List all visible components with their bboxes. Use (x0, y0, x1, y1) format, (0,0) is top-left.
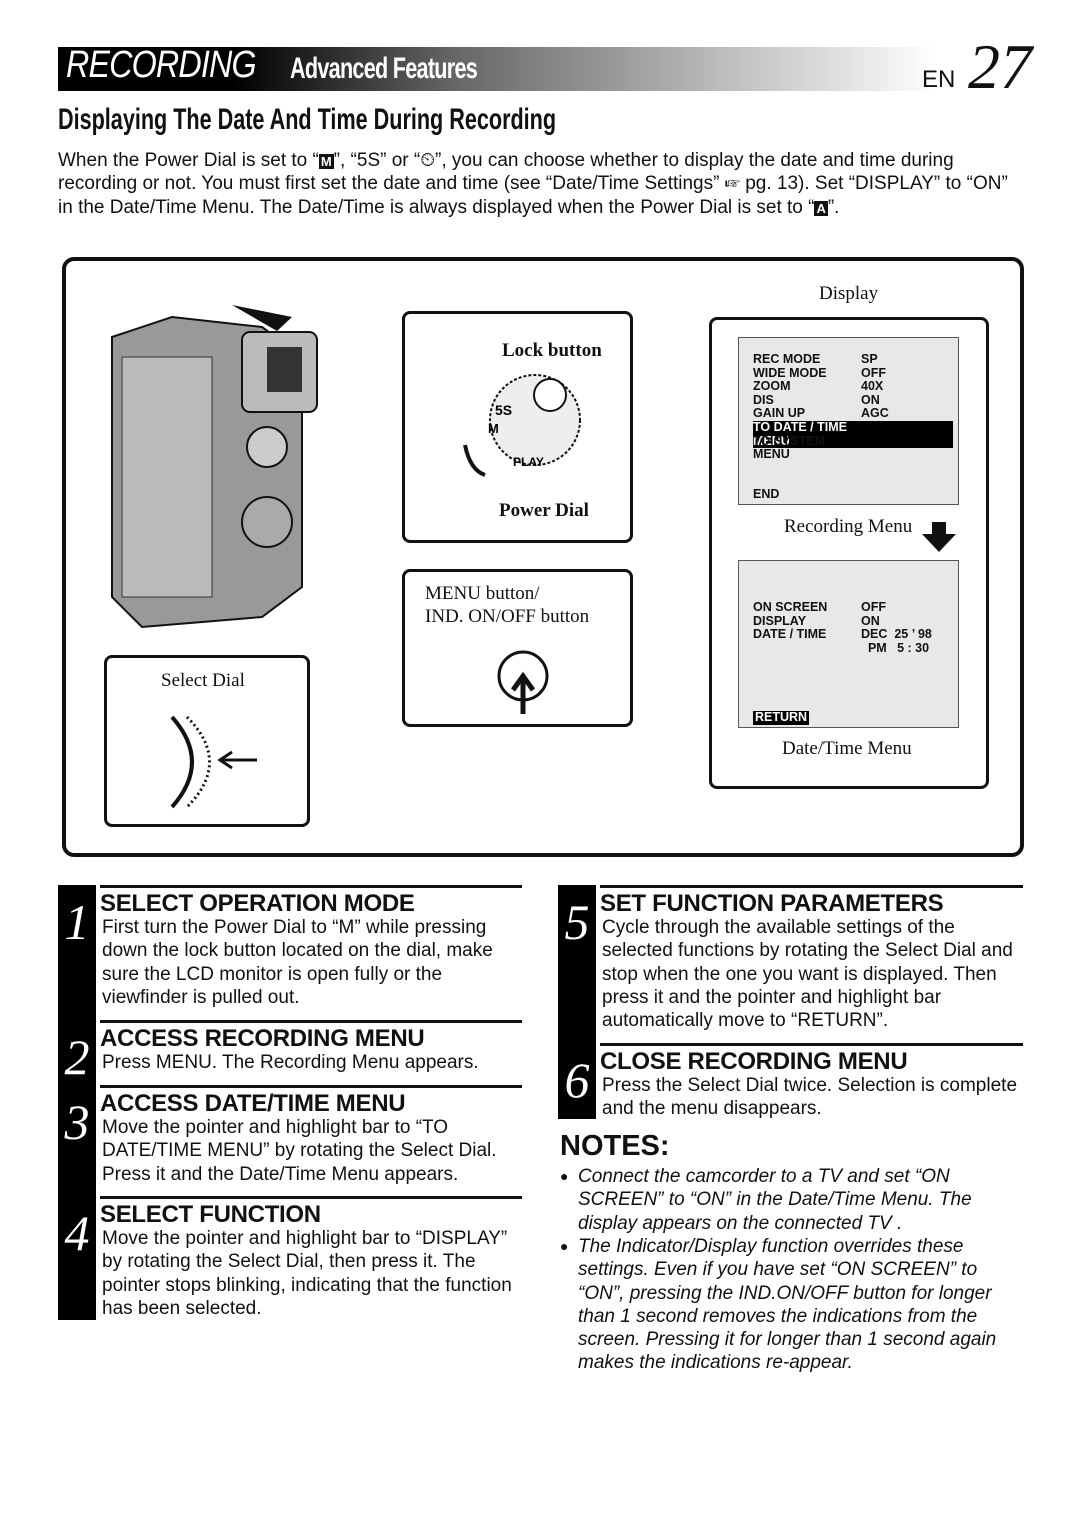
menu-item-label: ON SCREEN (753, 600, 828, 614)
note-item: Connect the camcorder to a TV and set “O… (560, 1165, 1020, 1235)
menu-item-value: 40X (861, 379, 884, 394)
menu-row: ZOOM 40X (753, 380, 883, 394)
menu-row: TO SYSTEM MENU (753, 433, 861, 462)
menu-row: GAIN UP AGC (753, 407, 889, 421)
diagram-frame: Lock button 5S M PLAY Power Dial MENU bu… (62, 257, 1024, 857)
menu-button-callout: MENU button/ IND. ON/OFF button (402, 569, 633, 727)
lock-button-label: Lock button (502, 340, 602, 361)
menu-item-label (753, 642, 861, 656)
menu-row: REC MODE SP (753, 352, 878, 367)
recording-menu-label: Recording Menu (784, 516, 913, 537)
menu-item-label: GAIN UP (753, 406, 806, 421)
dial-label: PLAY (513, 455, 544, 469)
menu-button-label: MENU button/ (425, 583, 540, 604)
menu-item-value: AGC (861, 406, 889, 421)
step-text: Cycle through the available settings of … (602, 917, 1013, 1032)
return-item: RETURN (753, 710, 810, 725)
step-title: ACCESS RECORDING MENU (100, 1020, 522, 1053)
step-title: CLOSE RECORDING MENU (600, 1043, 1023, 1076)
menu-item-value: ON (861, 392, 880, 407)
select-dial-label: Select Dial (161, 670, 245, 691)
step-title: ACCESS DATE/TIME MENU (100, 1085, 522, 1118)
header-subtitle: Advanced Features (290, 52, 478, 85)
intro-text: When the Power Dial is set to “ (58, 150, 319, 171)
menu-row: ON SCREEN OFF (753, 600, 886, 615)
menu-row: WIDE MODE OFF (753, 365, 886, 381)
page-number: 27 (968, 31, 1032, 102)
step-text: First turn the Power Dial to “M” while p… (102, 917, 493, 1008)
menu-row: DATE / TIME DEC 25 ’ 98 (753, 628, 932, 642)
menu-item-value: OFF (861, 365, 886, 380)
power-dial-icon: 5S M PLAY (463, 374, 581, 477)
menu-item-value: OFF (861, 600, 886, 614)
menu-item-label: DISPLAY (753, 613, 807, 628)
menu-item-value: SP (861, 352, 878, 366)
power-dial-label: Power Dial (499, 500, 589, 521)
ind-button-label: IND. ON/OFF button (425, 606, 590, 627)
menu-item-value: ON (861, 613, 880, 628)
display-label: Display (819, 283, 879, 304)
button-press-icon (497, 650, 549, 714)
step-number: 5 (564, 894, 590, 950)
power-dial-callout: Lock button 5S M PLAY Power Dial (402, 311, 633, 543)
select-dial-callout: Select Dial (104, 655, 310, 827)
manual-mode-icon: M (318, 154, 334, 169)
menu-row: DISPLAY ON (753, 613, 880, 629)
menu-item-value: PM 5 : 30 (861, 640, 930, 655)
step-title: SET FUNCTION PARAMETERS (600, 885, 1023, 918)
menu-item-value: DEC 25 ’ 98 (861, 627, 932, 642)
intro-text: ”. (827, 196, 840, 218)
menu-item-label: ZOOM (753, 379, 791, 394)
recording-menu-screen: REC MODE SP WIDE MODE OFF ZOOM 40X DIS ON GAIN U… (738, 337, 959, 505)
menu-row: PM 5 : 30 (753, 640, 930, 656)
step-text: Move the pointer and highlight bar to “T… (102, 1117, 497, 1185)
intro-paragraph: When the Power Dial is set to “M”, “5S” … (58, 149, 1018, 219)
menu-end: END (753, 487, 780, 501)
menu-item-label: REC MODE (753, 352, 821, 366)
dial-label: M (488, 421, 499, 436)
menu-item-label: DATE / TIME (753, 627, 827, 642)
menu-item-label: WIDE MODE (753, 365, 827, 380)
step-title: SELECT OPERATION MODE (100, 885, 522, 918)
step-number: 2 (64, 1029, 90, 1085)
down-arrow-icon (922, 522, 956, 552)
header-title: RECORDING (66, 44, 257, 86)
datetime-menu-label: Date/Time Menu (782, 738, 912, 759)
step-text: Press MENU. The Recording Menu appears. (102, 1052, 479, 1073)
auto-mode-icon: A (814, 200, 828, 216)
select-dial-icon (170, 715, 257, 809)
menu-row: DIS ON (753, 392, 880, 408)
step-number: 4 (64, 1205, 90, 1261)
datetime-menu-screen: ON SCREEN OFF DISPLAY ON DATE / TIME DEC 25 ’… (738, 560, 959, 728)
camcorder-illustration (111, 305, 318, 629)
step-number: 1 (64, 894, 90, 950)
dial-label: 5S (495, 402, 512, 418)
menu-item-label: DIS (753, 392, 774, 407)
step-title: SELECT FUNCTION (100, 1196, 522, 1229)
menu-item-label: TO SYSTEM MENU (753, 433, 826, 462)
notes-title: NOTES: (560, 1130, 670, 1162)
step-text: Press the Select Dial twice. Selection i… (602, 1075, 1018, 1120)
section-title: Displaying The Date And Time During Reco… (58, 103, 557, 136)
step-text: Move the pointer and highlight bar to “D… (102, 1228, 512, 1319)
language-code: EN (922, 66, 956, 93)
step-number: 6 (564, 1052, 590, 1108)
display-panel: REC MODE SP WIDE MODE OFF ZOOM 40X DIS ON GAIN U… (709, 317, 989, 789)
note-item: The Indicator/Display function overrides… (560, 1235, 1020, 1375)
step-number: 3 (64, 1094, 90, 1150)
